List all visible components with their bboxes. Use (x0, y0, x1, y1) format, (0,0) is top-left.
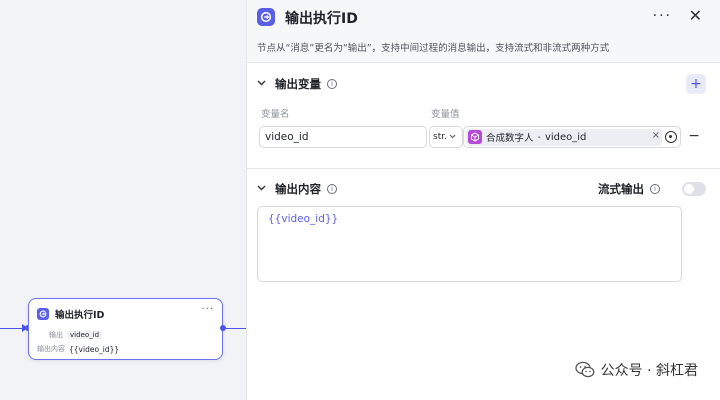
node-content-value: {{video_id}} (69, 344, 120, 354)
info-icon[interactable]: i (650, 184, 660, 194)
node-output-chip: video_id (67, 331, 103, 339)
chevron-down-icon[interactable] (257, 79, 269, 89)
output-content-editor[interactable]: {{video_id}} (257, 206, 682, 282)
target-icon[interactable] (665, 131, 677, 143)
reference-variable: video_id (544, 131, 587, 143)
panel-description: 节点从“消息”更名为“输出”，支持中间过程的消息输出，支持流式和非流式两种方式 (257, 43, 610, 54)
section-divider (247, 168, 720, 169)
wechat-icon (574, 361, 595, 379)
panel-title[interactable]: 输出执行ID (285, 8, 358, 28)
info-icon[interactable]: i (327, 184, 337, 194)
stream-output-text: 流式输出 (598, 182, 644, 196)
variable-name-input[interactable] (259, 126, 427, 148)
more-options-icon[interactable]: ··· (653, 8, 672, 24)
node-more-icon[interactable]: ··· (201, 304, 214, 315)
var-value-label: 变量值 (431, 109, 460, 120)
remove-variable-button[interactable]: − (688, 128, 700, 144)
output-content-section-header[interactable]: 输出内容 i (257, 181, 337, 197)
chevron-down-icon (449, 133, 456, 141)
node-title: 输出执行ID (55, 310, 105, 321)
reference-source-node: 合成数字人 (486, 133, 534, 144)
digital-human-node-icon (468, 130, 482, 144)
close-icon[interactable]: ✕ (689, 6, 702, 25)
workflow-canvas[interactable]: 输出执行ID ··· 输出 video_id 输出内容 {{video_id}} (0, 0, 246, 400)
output-node-icon (37, 308, 49, 320)
stream-output-label: 流式输出 i (598, 181, 660, 197)
outgoing-edge (225, 328, 246, 329)
var-name-label: 变量名 (261, 109, 290, 120)
header-divider (247, 62, 720, 63)
node-output-label: 输出 (49, 331, 63, 339)
variable-type-value: str. (433, 132, 447, 142)
output-vars-section-header[interactable]: 输出变量 i (257, 76, 337, 92)
watermark-text: 公众号 · 斜杠君 (600, 363, 698, 379)
variable-reference-chip[interactable]: 合成数字人 - video_id (466, 128, 662, 146)
reference-separator: - (537, 131, 541, 143)
output-node-icon (257, 8, 275, 26)
chevron-down-icon[interactable] (257, 184, 269, 194)
variable-type-select[interactable]: str. (429, 126, 463, 148)
node-content-row: 输出内容 {{video_id}} (37, 344, 119, 354)
node-config-panel: 输出执行ID ··· ✕ 节点从“消息”更名为“输出”，支持中间过程的消息输出，… (246, 0, 720, 400)
variable-reference-field[interactable]: 合成数字人 - video_id × (463, 126, 681, 148)
clear-reference-icon[interactable]: × (652, 130, 660, 141)
panel-header: 输出执行ID ··· ✕ 节点从“消息”更名为“输出”，支持中间过程的消息输出，… (247, 0, 720, 62)
node-header: 输出执行ID (37, 307, 104, 321)
output-content-title: 输出内容 (275, 182, 321, 196)
output-vars-title: 输出变量 (275, 77, 321, 91)
node-content-label: 输出内容 (37, 345, 65, 353)
watermark: 公众号 · 斜杠君 (574, 360, 698, 380)
stream-output-toggle[interactable] (682, 182, 706, 196)
info-icon[interactable]: i (327, 79, 337, 89)
node-output-row: 输出 video_id (49, 330, 103, 340)
add-variable-button[interactable]: + (686, 74, 706, 94)
output-node-card[interactable]: 输出执行ID ··· 输出 video_id 输出内容 {{video_id}} (28, 298, 223, 360)
